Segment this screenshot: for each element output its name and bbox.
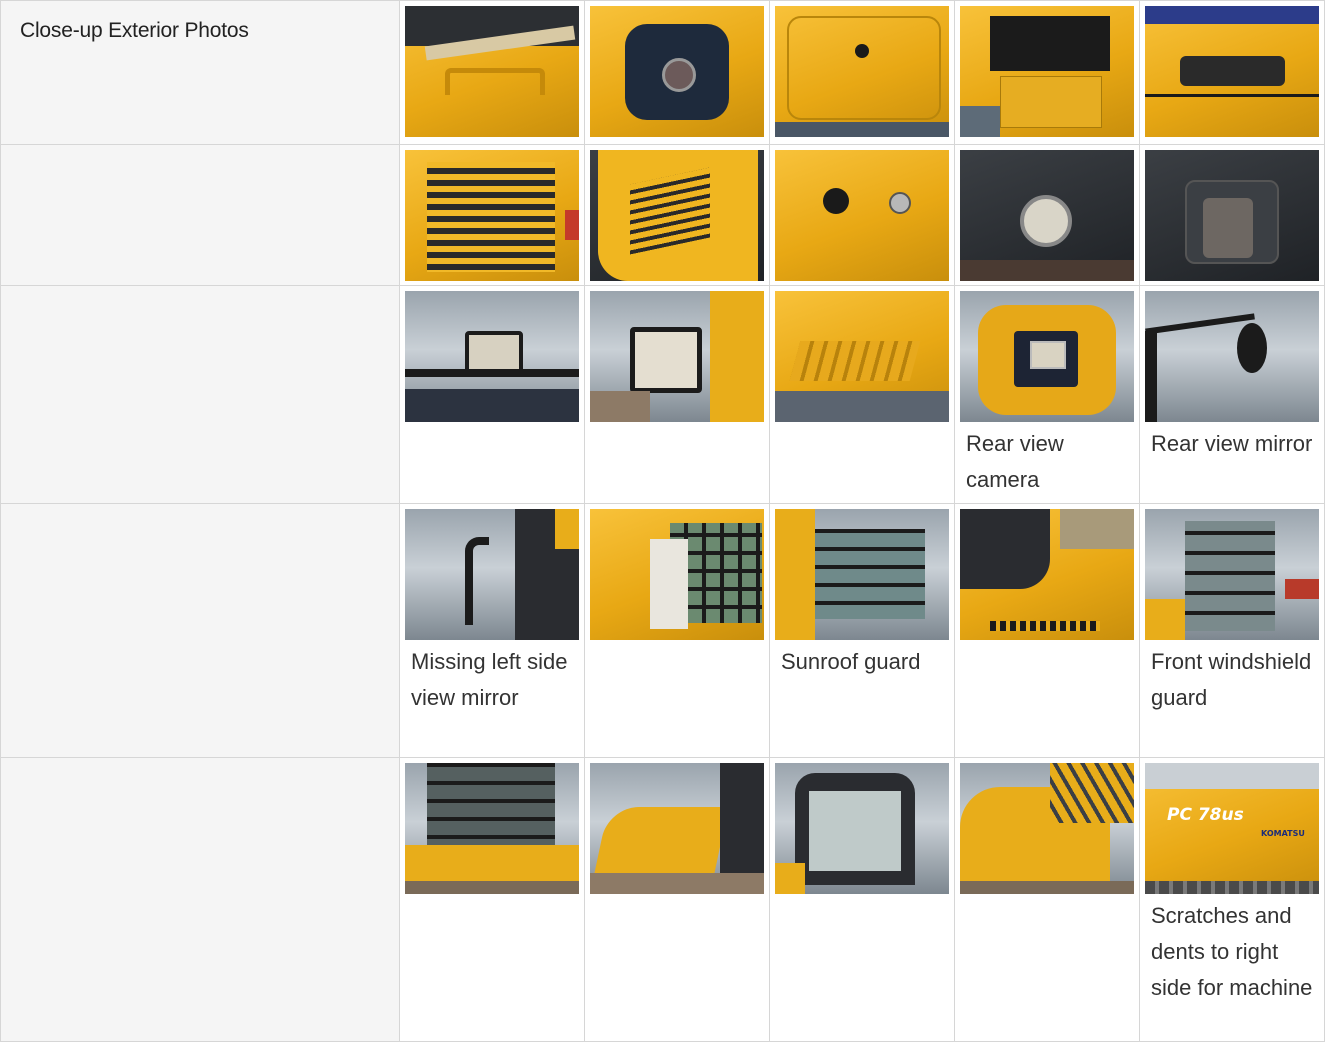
fuel-cap-photo[interactable] [590, 6, 764, 137]
photo-caption [590, 422, 764, 426]
photo-cell [584, 503, 770, 758]
cab-rear-photo[interactable] [405, 763, 579, 894]
photo-cell: Rear view mirror [1139, 285, 1325, 504]
photo-caption [960, 640, 1134, 644]
photo-cell [769, 0, 955, 145]
side-vent-photo[interactable] [590, 150, 764, 281]
photo-cell [954, 0, 1140, 145]
work-light-photo[interactable] [405, 291, 579, 422]
maker-decal: KOMATSU [1261, 829, 1305, 838]
section-label-cell [0, 144, 400, 286]
door-latch-photo[interactable] [1145, 6, 1319, 137]
photo-cell: Front windshield guard [1139, 503, 1325, 758]
section-label-cell [0, 285, 400, 504]
photo-cell: Rear view camera [954, 285, 1140, 504]
photo-cell: PC 78us KOMATSU Scratches and dents to r… [1139, 757, 1325, 1042]
photo-cell [584, 0, 770, 145]
section-title: Close-up Exterior Photos [20, 19, 249, 42]
photo-cell [1139, 0, 1325, 145]
photo-cell [954, 144, 1140, 286]
photo-caption [775, 894, 949, 898]
photo-cell [954, 503, 1140, 758]
grille-photo[interactable] [405, 150, 579, 281]
photo-cell [399, 285, 585, 504]
windshield-guard-photo[interactable] [1145, 509, 1319, 640]
photo-caption: Missing left side view mirror [411, 649, 568, 710]
photo-cell [769, 757, 955, 1042]
exterior-photo-table: Close-up Exterior Photos Rear view camer… [0, 0, 1325, 1042]
cab-front-photo[interactable] [775, 763, 949, 894]
side-panel-photo[interactable] [960, 763, 1134, 894]
model-decal: PC 78us [1167, 805, 1244, 825]
photo-cell [769, 144, 955, 286]
access-panel-photo[interactable] [775, 6, 949, 137]
photo-cell [584, 757, 770, 1042]
photo-cell [399, 144, 585, 286]
photo-cell [584, 144, 770, 286]
counterweight-photo[interactable] [590, 763, 764, 894]
photo-caption [590, 640, 764, 644]
section-label-cell: Close-up Exterior Photos [0, 0, 400, 145]
open-compartment-photo[interactable] [960, 6, 1134, 137]
mirror-photo[interactable] [1145, 291, 1319, 422]
engine-hood-photo[interactable] [960, 509, 1134, 640]
photo-caption [405, 894, 579, 898]
photo-cell: Sunroof guard [769, 503, 955, 758]
photo-caption: Rear view camera [966, 431, 1064, 492]
lock-cylinder-photo[interactable] [960, 150, 1134, 281]
photo-cell: Missing left side view mirror [399, 503, 585, 758]
machine-side-photo[interactable]: PC 78us KOMATSU [1145, 763, 1319, 894]
handle-photo[interactable] [405, 6, 579, 137]
photo-cell [399, 0, 585, 145]
photo-cell [399, 757, 585, 1042]
section-label-cell [0, 757, 400, 1042]
cab-handle-photo[interactable] [1145, 150, 1319, 281]
boom-light-photo[interactable] [590, 291, 764, 422]
photo-cell [1139, 144, 1325, 286]
photo-cell [584, 285, 770, 504]
photo-cell [769, 285, 955, 504]
step-tray-photo[interactable] [775, 291, 949, 422]
rear-camera-photo[interactable] [960, 291, 1134, 422]
cab-roof-photo[interactable] [590, 509, 764, 640]
photo-caption: Rear view mirror [1151, 431, 1313, 456]
photo-cell [954, 757, 1140, 1042]
mirror-mount-photo[interactable] [405, 509, 579, 640]
photo-caption: Scratches and dents to right side for ma… [1151, 903, 1313, 1000]
section-label-cell [0, 503, 400, 758]
panel-lock-photo[interactable] [775, 150, 949, 281]
photo-caption: Front windshield guard [1151, 649, 1312, 710]
photo-caption [590, 894, 764, 898]
photo-caption [960, 894, 1134, 898]
photo-caption [775, 422, 949, 426]
sunroof-guard-photo[interactable] [775, 509, 949, 640]
photo-caption: Sunroof guard [781, 649, 921, 674]
